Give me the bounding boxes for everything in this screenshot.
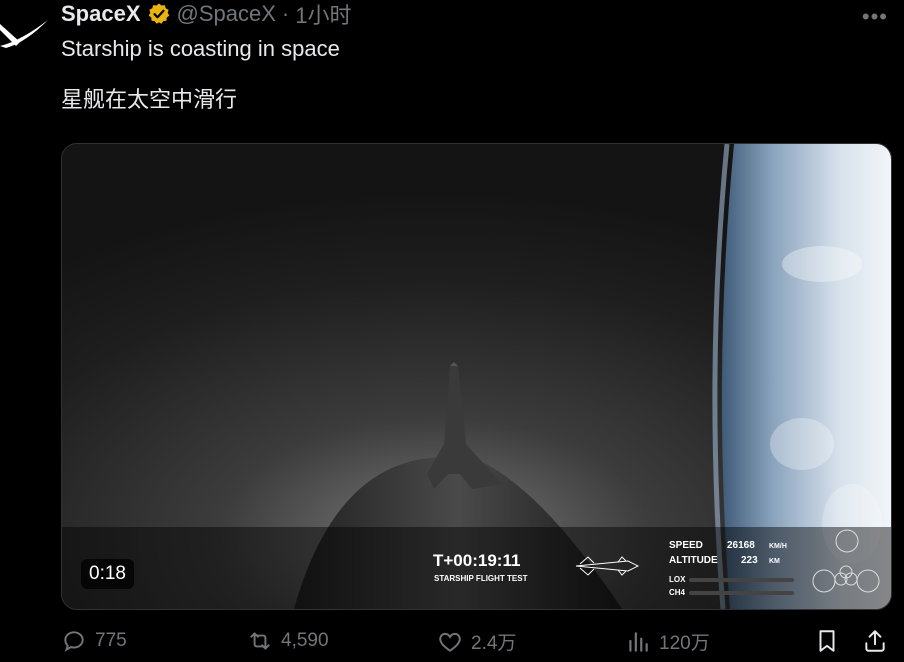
- tweet-header: SpaceX @SpaceX · 1小时: [61, 0, 351, 30]
- repost-button[interactable]: 4,590: [247, 628, 329, 654]
- tweet-text-line-1: Starship is coasting in space: [61, 36, 340, 61]
- speed-value: 26168: [727, 540, 755, 551]
- repost-icon: [250, 632, 270, 650]
- tweet-text-line-2: 星舰在太空中滑行: [61, 87, 238, 112]
- views-chart-icon: [629, 631, 648, 652]
- verified-badge-icon: [148, 3, 169, 24]
- more-options-icon[interactable]: •••: [862, 4, 888, 30]
- bookmark-icon: [819, 630, 835, 652]
- post-time[interactable]: 1小时: [295, 0, 351, 30]
- video-player[interactable]: 0:18 T+00:19:11 STARSHIP FLIGHT TEST SPE…: [61, 143, 892, 610]
- video-duration: 0:18: [81, 559, 134, 589]
- share-button[interactable]: [862, 628, 888, 654]
- speed-label: SPEED: [669, 540, 703, 551]
- lox-gauge: [689, 578, 794, 582]
- header-separator: ·: [281, 1, 290, 26]
- share-icon: [865, 630, 885, 652]
- account-name[interactable]: SpaceX: [61, 1, 141, 27]
- reply-count: 775: [95, 630, 127, 651]
- altitude-label: ALTITUDE: [669, 555, 718, 566]
- heart-icon: [439, 632, 461, 652]
- reply-icon: [64, 631, 84, 652]
- mission-timer: T+00:19:11: [433, 551, 521, 570]
- ch4-gauge: [689, 591, 794, 595]
- tweet-actions: 775 4,590 2.4万 120万: [61, 628, 890, 660]
- views-button[interactable]: 120万: [625, 628, 710, 655]
- bookmark-button[interactable]: [814, 628, 840, 654]
- altitude-value: 223: [741, 555, 758, 566]
- ch4-label: CH4: [669, 588, 686, 597]
- speed-unit: KM/H: [769, 543, 787, 550]
- repost-count: 4,590: [281, 630, 329, 651]
- lox-label: LOX: [669, 575, 686, 584]
- reply-button[interactable]: 775: [61, 628, 127, 654]
- like-button[interactable]: 2.4万: [437, 628, 516, 655]
- starship-silhouette-icon: [575, 556, 640, 576]
- engine-status-icon: [812, 529, 880, 593]
- view-count: 120万: [659, 633, 710, 654]
- flight-test-label: STARSHIP FLIGHT TEST: [434, 574, 528, 583]
- account-handle[interactable]: @SpaceX: [177, 1, 276, 27]
- altitude-unit: KM: [769, 558, 780, 565]
- spacex-logo-avatar[interactable]: [0, 6, 50, 58]
- like-count: 2.4万: [471, 633, 517, 654]
